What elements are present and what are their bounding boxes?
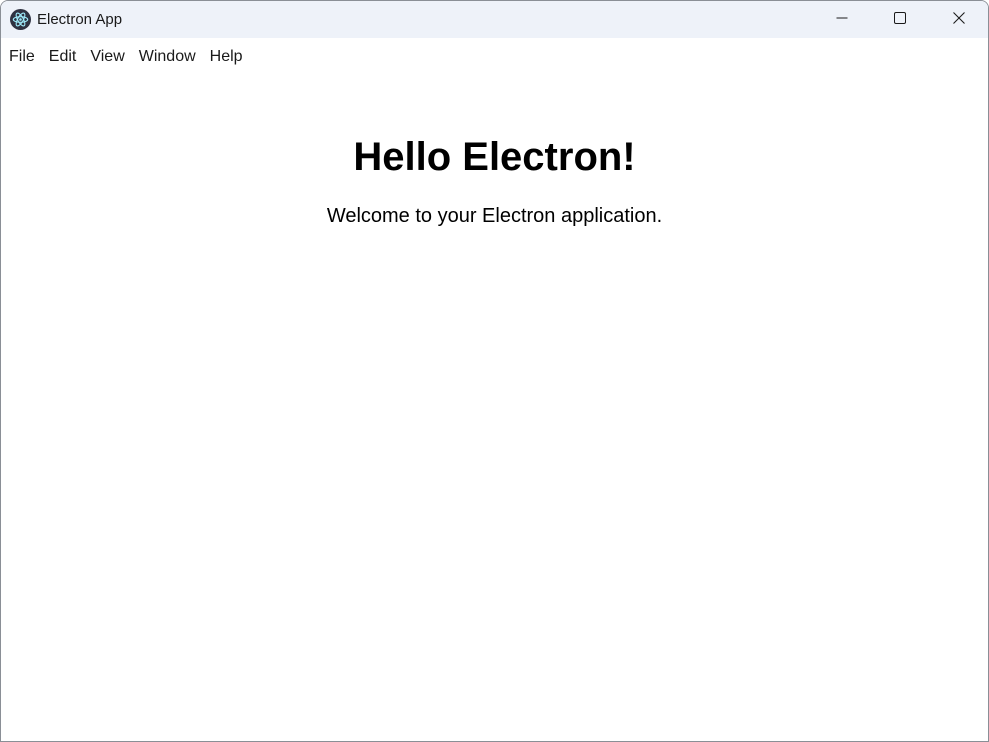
maximize-icon bbox=[894, 11, 906, 29]
menu-window[interactable]: Window bbox=[132, 38, 203, 75]
title-bar[interactable]: Electron App bbox=[1, 1, 988, 38]
menu-view[interactable]: View bbox=[83, 38, 131, 75]
minimize-button[interactable] bbox=[813, 1, 871, 38]
maximize-button[interactable] bbox=[871, 1, 929, 38]
electron-logo-icon bbox=[10, 9, 31, 30]
menu-help[interactable]: Help bbox=[203, 38, 250, 75]
minimize-icon bbox=[836, 11, 848, 29]
window-title: Electron App bbox=[37, 11, 123, 28]
page-heading: Hello Electron! bbox=[353, 135, 636, 179]
menu-edit[interactable]: Edit bbox=[42, 38, 84, 75]
close-button[interactable] bbox=[930, 1, 988, 38]
app-window: Electron App File Edit View Window Help … bbox=[0, 0, 989, 742]
menu-bar: File Edit View Window Help bbox=[1, 38, 988, 75]
main-content: Hello Electron! Welcome to your Electron… bbox=[1, 75, 988, 741]
menu-file[interactable]: File bbox=[2, 38, 42, 75]
welcome-text: Welcome to your Electron application. bbox=[326, 205, 663, 227]
close-icon bbox=[953, 11, 965, 29]
